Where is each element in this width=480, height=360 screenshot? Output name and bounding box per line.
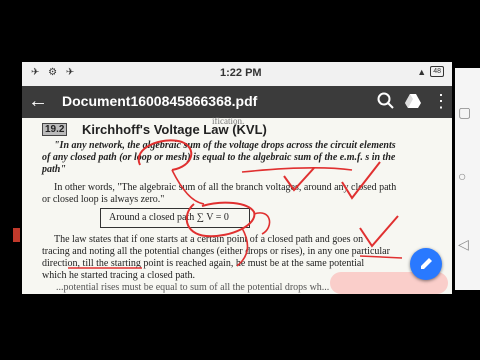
red-marker xyxy=(13,228,20,242)
battery-icon: 48 xyxy=(430,66,444,77)
document-title: Document1600845866368.pdf xyxy=(62,93,258,109)
drive-icon[interactable] xyxy=(404,93,422,114)
edit-fab-button[interactable] xyxy=(410,248,442,280)
circle-icon[interactable]: ○ xyxy=(458,168,466,184)
search-icon[interactable] xyxy=(376,90,396,117)
app-toolbar: ← Document1600845866368.pdf ⋮ xyxy=(22,86,452,118)
status-time: 1:22 PM xyxy=(220,67,262,79)
back-triangle-icon[interactable]: ◁ xyxy=(458,236,469,253)
handwritten-annotations xyxy=(68,139,403,269)
back-arrow-icon[interactable]: ← xyxy=(28,90,48,112)
signal-icon: ▲ xyxy=(417,66,427,77)
status-right-icons: ▲ 48 xyxy=(417,66,444,77)
navigation-bar: ▢ ○ ◁ xyxy=(455,68,480,290)
pdf-viewer-window: ✈ ⚙ ✈ 1:22 PM ▲ 48 ← Document16008458663… xyxy=(22,62,452,294)
square-icon[interactable]: ▢ xyxy=(458,104,471,121)
notification-icons: ✈ ⚙ ✈ xyxy=(31,67,78,78)
pencil-icon xyxy=(421,258,432,269)
status-bar: ✈ ⚙ ✈ 1:22 PM ▲ 48 xyxy=(22,62,452,86)
pdf-page[interactable]: ification. 19.2 Kirchhoff's Voltage Law … xyxy=(22,116,452,294)
more-vert-icon[interactable]: ⋮ xyxy=(432,90,450,112)
